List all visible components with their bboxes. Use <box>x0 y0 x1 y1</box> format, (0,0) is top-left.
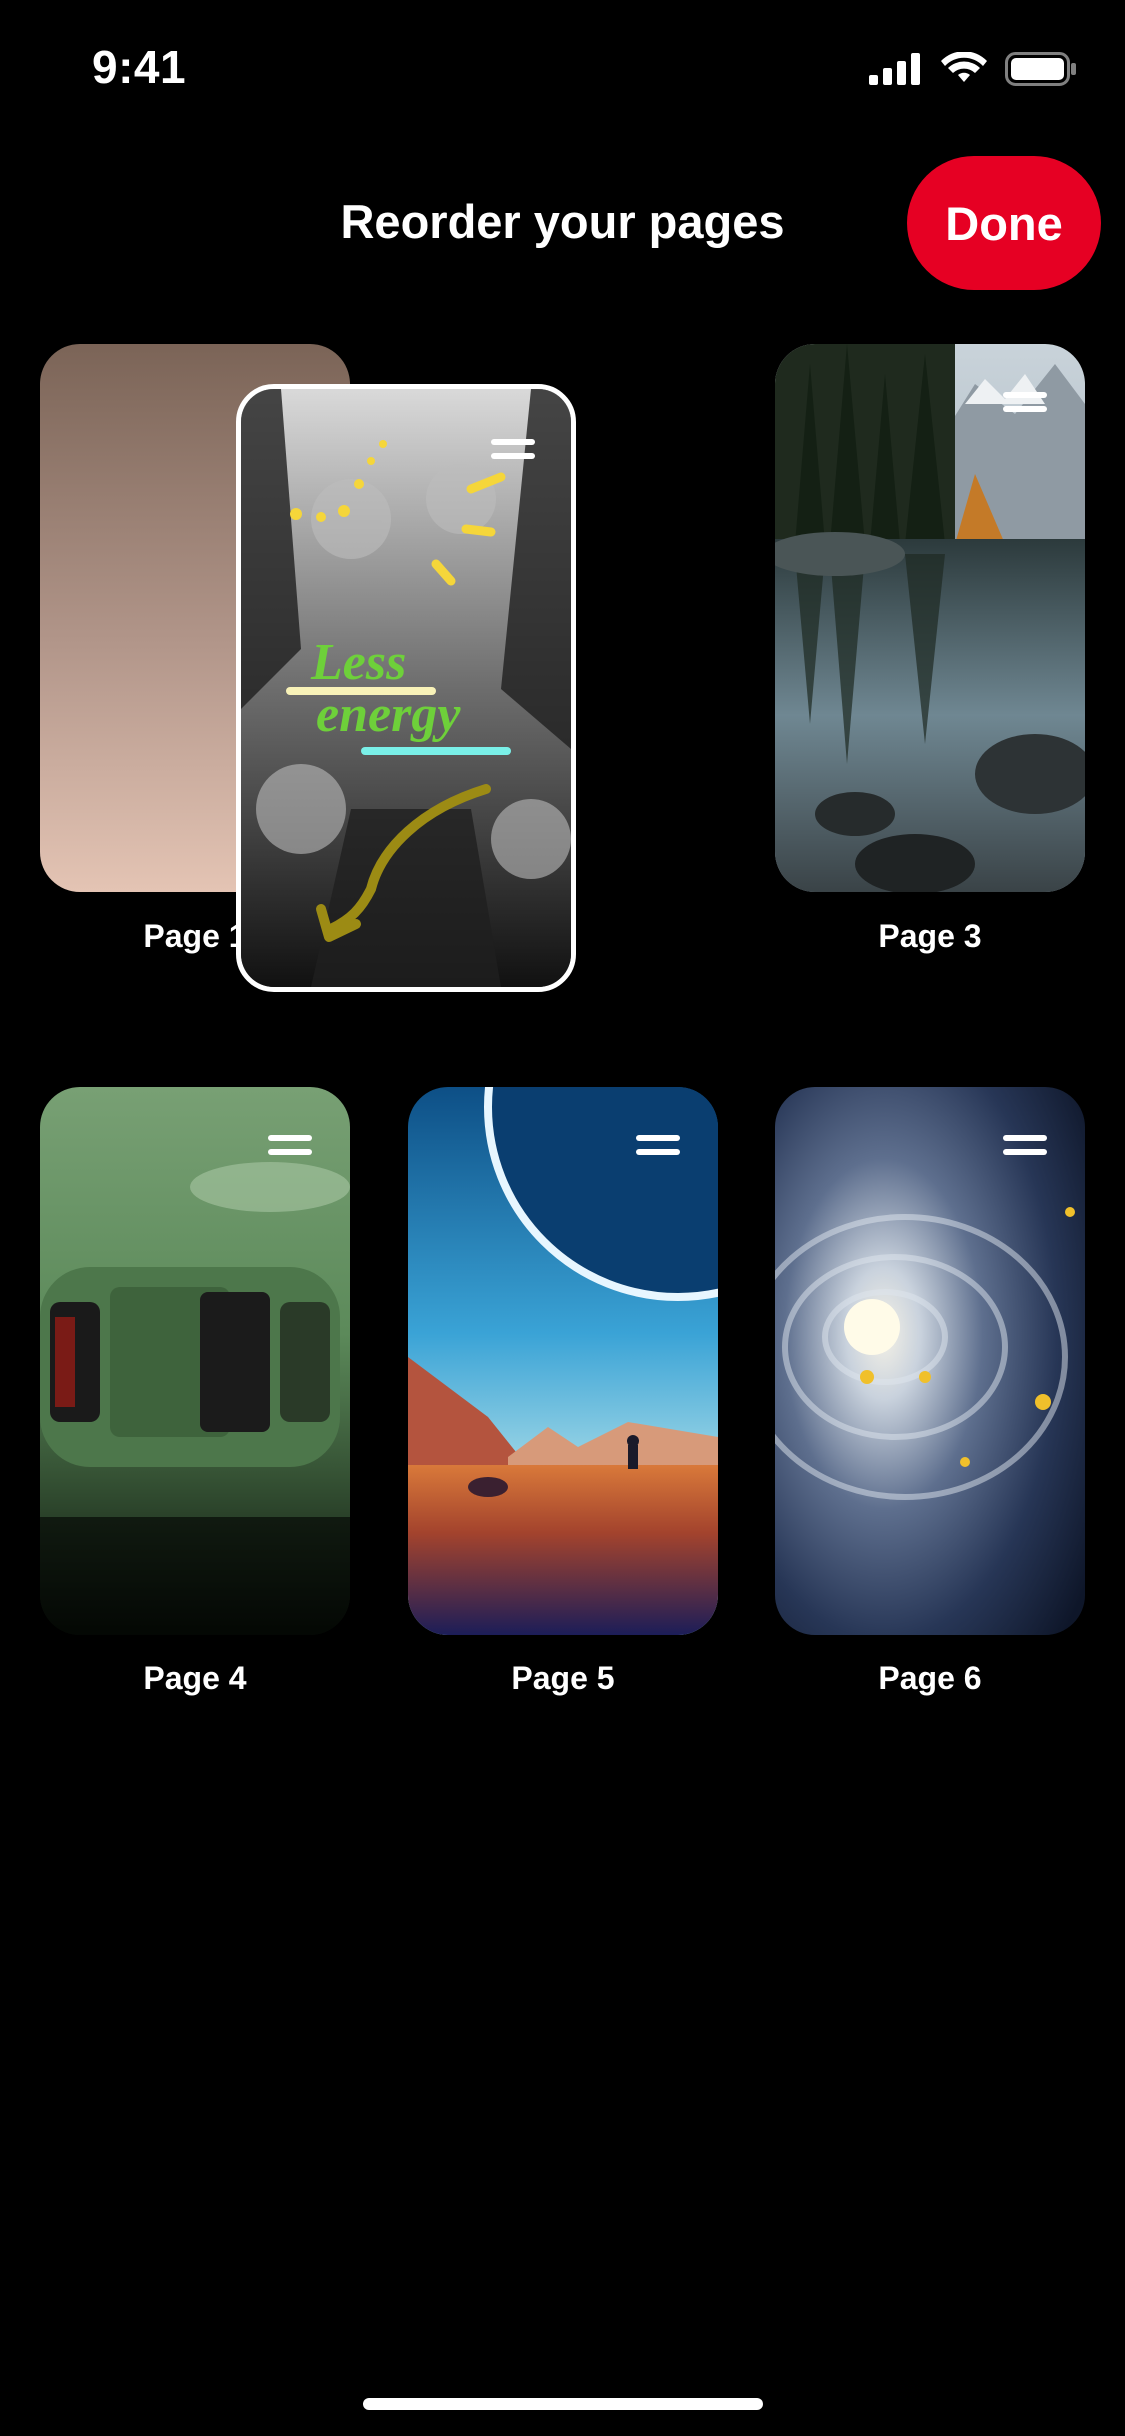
drag-handle-icon[interactable] <box>268 1135 312 1163</box>
dragging-page-thumbnail: Less energy <box>241 389 571 987</box>
page-label-4: Page 4 <box>143 1660 247 1696</box>
status-bar: 9:41 <box>0 0 1125 140</box>
cellular-signal-icon <box>869 53 920 85</box>
page-card-5[interactable] <box>408 1087 718 1635</box>
drag-handle-icon[interactable] <box>636 1135 680 1163</box>
drag-handle-icon[interactable] <box>491 439 535 467</box>
less-text: Less <box>310 634 406 691</box>
page-card-4[interactable] <box>40 1087 350 1635</box>
page-4-thumbnail <box>40 1087 350 1635</box>
page-label-5: Page 5 <box>511 1660 615 1696</box>
page-card-6[interactable] <box>775 1087 1085 1635</box>
energy-text: energy <box>316 686 461 743</box>
drag-handle-icon[interactable] <box>1003 392 1047 420</box>
home-indicator <box>363 2398 763 2410</box>
page-3-thumbnail <box>775 344 1085 892</box>
status-icons <box>869 52 1077 86</box>
battery-icon <box>1005 52 1076 86</box>
page-card-3[interactable] <box>775 344 1085 892</box>
page-label-6: Page 6 <box>878 1660 982 1696</box>
header: Reorder your pages Done <box>0 150 1125 300</box>
dragging-page-card[interactable]: Less energy <box>236 384 576 992</box>
page-5-thumbnail <box>408 1087 718 1635</box>
wifi-icon <box>941 52 987 82</box>
status-time: 9:41 <box>92 41 187 93</box>
page-6-thumbnail <box>775 1087 1085 1635</box>
done-button[interactable]: Done <box>907 156 1101 290</box>
drag-handle-icon[interactable] <box>1003 1135 1047 1163</box>
page-label-3: Page 3 <box>878 918 982 954</box>
